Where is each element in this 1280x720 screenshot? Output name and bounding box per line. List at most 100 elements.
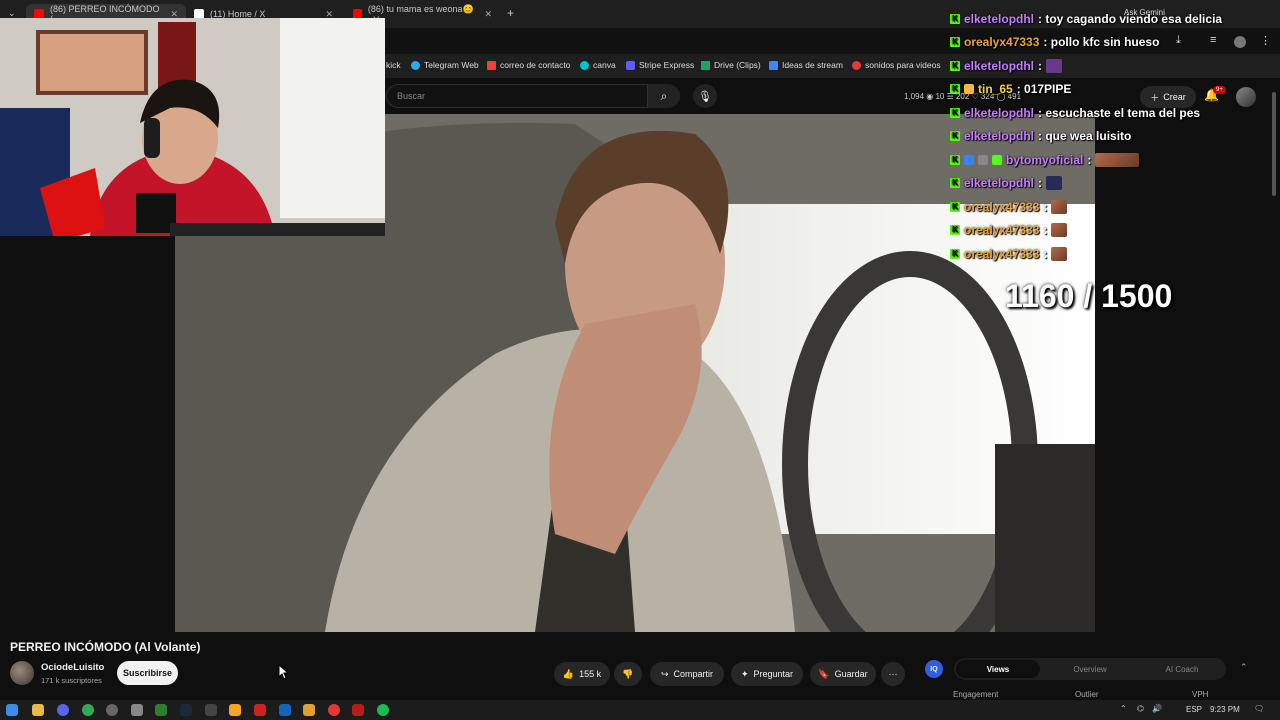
browser-menu-icon[interactable]: ⋮ bbox=[1260, 34, 1271, 47]
mouse-cursor-icon bbox=[278, 664, 288, 680]
page-scrollbar[interactable] bbox=[1272, 92, 1276, 196]
chat-text: : bbox=[1043, 247, 1048, 261]
chat-username: orealyx47333 bbox=[964, 223, 1040, 237]
chat-username: elketelopdhl bbox=[964, 129, 1035, 143]
chat-message: Kelketelopdhl: que wea luisito bbox=[950, 129, 1131, 143]
tray-chevron-icon[interactable]: ⌃ bbox=[1120, 704, 1127, 713]
dislike-button[interactable]: 👎 bbox=[614, 662, 642, 686]
app-icon[interactable] bbox=[303, 704, 315, 716]
bookmark-correo[interactable]: correo de contacto bbox=[487, 60, 570, 70]
chrome-icon[interactable] bbox=[82, 704, 94, 716]
chat-text: : escuchaste el tema del pes bbox=[1038, 106, 1201, 120]
vidiq-tab-ai-coach[interactable]: AI Coach bbox=[1140, 658, 1224, 680]
channel-avatar[interactable] bbox=[10, 661, 34, 685]
chat-username: tin_65 bbox=[978, 82, 1013, 96]
bookmark-drive[interactable]: Drive (Clips) bbox=[701, 60, 761, 70]
ask-label: Preguntar bbox=[753, 669, 794, 679]
clock[interactable]: 9:23 PM bbox=[1210, 705, 1240, 714]
save-button[interactable]: 🔖 Guardar bbox=[810, 662, 876, 686]
bookmark-sonidos[interactable]: sonidos para videos bbox=[852, 60, 941, 70]
vidiq-label-outlier: Outlier bbox=[1075, 690, 1099, 699]
emote-icon bbox=[1051, 247, 1068, 261]
download-icon[interactable]: ⤓ bbox=[1176, 34, 1181, 47]
search-button[interactable]: ⌕ bbox=[648, 84, 680, 108]
chat-text: : bbox=[1087, 153, 1092, 167]
collapse-icon[interactable]: ⌃ bbox=[1240, 662, 1248, 673]
bookmark-kick[interactable]: kick bbox=[386, 60, 401, 70]
subscribe-button[interactable]: Suscribirse bbox=[117, 661, 178, 685]
ask-button[interactable]: ✦ Preguntar bbox=[731, 662, 803, 686]
vidiq-tab-views[interactable]: Views bbox=[956, 660, 1040, 678]
bookmark-canva[interactable]: canva bbox=[580, 60, 616, 70]
emote-icon bbox=[1046, 176, 1063, 190]
chat-text: : pollo kfc sin hueso bbox=[1043, 35, 1160, 49]
like-button[interactable]: 👍 155 k bbox=[554, 662, 610, 686]
steam-icon[interactable] bbox=[180, 704, 192, 716]
search-input[interactable]: Buscar bbox=[386, 84, 648, 108]
chat-username: elketelopdhl bbox=[964, 106, 1035, 120]
bookmark-label: canva bbox=[593, 60, 616, 70]
app-icon[interactable] bbox=[352, 704, 364, 716]
more-actions-button[interactable]: ··· bbox=[881, 662, 905, 686]
create-button[interactable]: ＋ Crear bbox=[1140, 86, 1196, 108]
chat-text: : toy cagando viendo esa delicia bbox=[1038, 12, 1223, 26]
emote-icon bbox=[1095, 153, 1140, 167]
chat-message: Ktin_65: 017PIPE bbox=[950, 82, 1071, 96]
telegram-icon bbox=[411, 60, 420, 70]
emote-icon bbox=[1051, 200, 1068, 214]
kick-badge-icon: K bbox=[950, 84, 960, 94]
new-tab-button[interactable]: + bbox=[507, 6, 514, 20]
subscriber-count: 171 k suscriptores bbox=[41, 676, 102, 685]
bookmark-telegram[interactable]: Telegram Web bbox=[411, 60, 479, 70]
create-label: Crear bbox=[1163, 92, 1186, 102]
chat-username: orealyx47333 bbox=[964, 200, 1040, 214]
app-icon[interactable] bbox=[205, 704, 217, 716]
share-button[interactable]: ↪ Compartir bbox=[650, 662, 724, 686]
chat-username: elketelopdhl bbox=[964, 59, 1035, 73]
file-explorer-icon[interactable] bbox=[32, 704, 44, 716]
profile-avatar-icon[interactable] bbox=[1234, 36, 1246, 48]
volume-icon[interactable]: 🔊 bbox=[1152, 704, 1162, 713]
goal-counter: 1160 / 1500 bbox=[1005, 278, 1173, 314]
chat-text: : bbox=[1043, 223, 1048, 237]
channel-name[interactable]: OciodeLuisito bbox=[41, 662, 104, 673]
queue-icon[interactable]: ≡ bbox=[1210, 34, 1216, 46]
kick-badge-icon: K bbox=[950, 14, 960, 24]
chat-message: Kelketelopdhl: bbox=[950, 59, 1063, 73]
badge-icon bbox=[992, 155, 1002, 165]
app-icon[interactable] bbox=[229, 704, 241, 716]
voice-search-button[interactable]: 🎙 bbox=[693, 84, 717, 108]
chat-text: : que wea luisito bbox=[1038, 129, 1132, 143]
app-icon[interactable] bbox=[106, 704, 118, 716]
webcam-feed bbox=[0, 18, 385, 236]
spotify-icon[interactable] bbox=[377, 704, 389, 716]
vidiq-label-vph: VPH bbox=[1192, 690, 1209, 699]
save-label: Guardar bbox=[834, 669, 868, 679]
user-avatar[interactable] bbox=[1236, 87, 1256, 107]
app-icon[interactable] bbox=[328, 704, 340, 716]
vidiq-tab-overview[interactable]: Overview bbox=[1048, 658, 1132, 680]
network-icon[interactable]: ⌬ bbox=[1137, 704, 1144, 713]
vidiq-logo[interactable]: IQ bbox=[925, 660, 943, 678]
photoshop-icon[interactable] bbox=[279, 704, 291, 716]
chat-message: Kelketelopdhl: bbox=[950, 176, 1063, 190]
sparkle-icon: ✦ bbox=[740, 668, 749, 679]
kick-badge-icon: K bbox=[950, 37, 960, 47]
vidiq-tabs: Views Overview AI Coach bbox=[954, 658, 1226, 680]
app-icon[interactable] bbox=[131, 704, 143, 716]
language-indicator[interactable]: ESP bbox=[1186, 705, 1202, 714]
chat-message: Korealyx47333: bbox=[950, 200, 1068, 214]
windows-start-icon[interactable] bbox=[6, 704, 18, 716]
close-tab-icon[interactable]: ✕ bbox=[484, 9, 492, 20]
chat-text: : 017PIPE bbox=[1016, 82, 1072, 96]
bookmark-label: Drive (Clips) bbox=[714, 60, 761, 70]
bookmark-ideas[interactable]: Ideas de stream bbox=[769, 60, 843, 70]
notifications-icon[interactable]: 🗨 bbox=[1254, 704, 1264, 713]
app-icon[interactable] bbox=[254, 704, 266, 716]
emote-icon bbox=[1051, 223, 1068, 237]
bookmark-stripe[interactable]: Stripe Express bbox=[626, 60, 694, 70]
windows-taskbar: ⌃ ⌬ 🔊 ESP 9:23 PM 🗨 bbox=[0, 700, 1280, 720]
discord-icon[interactable] bbox=[57, 704, 69, 716]
app-icon[interactable] bbox=[155, 704, 167, 716]
kick-badge-icon: K bbox=[950, 178, 960, 188]
